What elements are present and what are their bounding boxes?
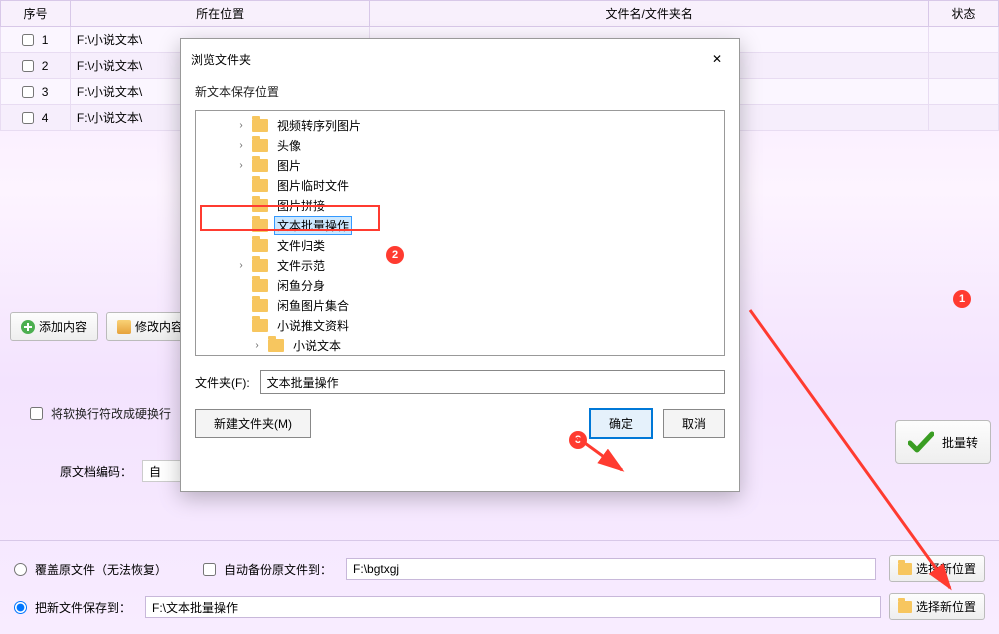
add-label: 添加内容 [39, 318, 87, 335]
folder-icon [252, 319, 268, 332]
row-checkbox[interactable] [22, 34, 34, 46]
folder-icon [252, 139, 268, 152]
row-state [929, 105, 999, 131]
add-content-button[interactable]: 添加内容 [10, 312, 98, 341]
tree-item-label: 图片 [274, 156, 304, 175]
tree-item-label: 闲鱼图片集合 [274, 296, 352, 315]
edit-label: 修改内容 [135, 318, 183, 335]
row-checkbox[interactable] [22, 112, 34, 124]
saveas-radio[interactable] [14, 601, 27, 614]
th-name: 文件名/文件夹名 [370, 1, 929, 27]
tree-item-label: 视频转序列图片 [274, 116, 364, 135]
folder-icon [252, 279, 268, 292]
save-path-input[interactable] [145, 596, 881, 618]
batch-convert-label: 批量转 [942, 434, 978, 451]
row-checkbox[interactable] [22, 60, 34, 72]
expand-arrow-icon[interactable]: › [252, 340, 262, 351]
edit-icon [117, 320, 131, 334]
choose-label-1: 选择新位置 [916, 560, 976, 577]
tree-item-label: 小说文本 [290, 336, 344, 355]
tree-item[interactable]: 小说推文资料 [196, 315, 724, 335]
tree-item-label: 文件归类 [274, 236, 328, 255]
annotation-badge-2: 2 [386, 246, 404, 264]
choose-label-2: 选择新位置 [916, 598, 976, 615]
annotation-badge-3: 3 [569, 431, 587, 449]
th-seq: 序号 [1, 1, 71, 27]
tree-item-label: 图片拼接 [274, 196, 328, 215]
annotation-badge-1: 1 [953, 290, 971, 308]
cancel-button[interactable]: 取消 [663, 409, 725, 438]
row-state [929, 27, 999, 53]
overwrite-radio[interactable] [14, 563, 27, 576]
batch-convert-button[interactable]: 批量转 [895, 420, 991, 464]
add-icon [21, 320, 35, 334]
folder-field-label: 文件夹(F): [195, 374, 250, 391]
ok-button[interactable]: 确定 [589, 408, 653, 439]
dialog-subtitle: 新文本保存位置 [181, 79, 739, 110]
folder-icon [898, 563, 912, 575]
tree-item-label: 文本批量操作 [274, 216, 352, 235]
overwrite-label: 覆盖原文件（无法恢复） [35, 561, 167, 578]
folder-icon [252, 219, 268, 232]
tree-item[interactable]: › 文件示范 [196, 255, 724, 275]
encoding-label: 原文档编码： [60, 463, 132, 480]
tree-item-label: 小说推文资料 [274, 316, 352, 335]
autobak-label: 自动备份原文件到： [224, 561, 332, 578]
expand-arrow-icon[interactable]: › [236, 120, 246, 131]
tree-item[interactable]: 文件归类 [196, 235, 724, 255]
close-icon: ✕ [712, 52, 722, 66]
row-state [929, 53, 999, 79]
tree-item[interactable]: › 头像 [196, 135, 724, 155]
folder-tree[interactable]: ›视频转序列图片›头像›图片图片临时文件图片拼接文本批量操作文件归类›文件示范闲… [195, 110, 725, 356]
th-state: 状态 [929, 1, 999, 27]
tree-item[interactable]: 闲鱼分身 [196, 275, 724, 295]
bak-path-input[interactable] [346, 558, 876, 580]
folder-icon [252, 259, 268, 272]
encoding-input[interactable] [142, 460, 182, 482]
tree-item[interactable]: 闲鱼图片集合 [196, 295, 724, 315]
folder-icon [252, 199, 268, 212]
tree-item-label: 头像 [274, 136, 304, 155]
tree-item[interactable]: 图片临时文件 [196, 175, 724, 195]
folder-name-input[interactable] [260, 370, 725, 394]
new-folder-button[interactable]: 新建文件夹(M) [195, 409, 311, 438]
tree-item[interactable]: › 图片 [196, 155, 724, 175]
expand-arrow-icon[interactable]: › [236, 140, 246, 151]
th-loc: 所在位置 [70, 1, 369, 27]
folder-icon [268, 339, 284, 352]
row-checkbox[interactable] [22, 86, 34, 98]
choose-bak-location-button[interactable]: 选择新位置 [889, 555, 985, 582]
check-icon [908, 431, 934, 453]
close-button[interactable]: ✕ [705, 47, 729, 71]
softwrap-checkbox[interactable] [30, 407, 43, 420]
tree-item-label: 闲鱼分身 [274, 276, 328, 295]
folder-icon [898, 601, 912, 613]
saveas-label: 把新文件保存到： [35, 599, 131, 616]
tree-item[interactable]: › 小说文本 [196, 335, 724, 355]
tree-item-label: 图片临时文件 [274, 176, 352, 195]
folder-icon [252, 119, 268, 132]
tree-item-label: 文件示范 [274, 256, 328, 275]
folder-icon [252, 239, 268, 252]
tree-item[interactable]: 图片拼接 [196, 195, 724, 215]
softwrap-label: 将软换行符改成硬换行 [51, 405, 171, 422]
tree-item[interactable]: 文本批量操作 [196, 215, 724, 235]
expand-arrow-icon[interactable]: › [236, 160, 246, 171]
browse-folder-dialog: 浏览文件夹 ✕ 新文本保存位置 › 视频转序列图片 › 头像 › 图片图片临时文件图片拼接… [180, 38, 740, 492]
folder-icon [252, 299, 268, 312]
row-state [929, 79, 999, 105]
folder-icon [252, 159, 268, 172]
folder-icon [252, 179, 268, 192]
expand-arrow-icon[interactable]: › [236, 260, 246, 271]
tree-item[interactable]: › 视频转序列图片 [196, 115, 724, 135]
choose-save-location-button[interactable]: 选择新位置 [889, 593, 985, 620]
dialog-title: 浏览文件夹 [191, 51, 251, 68]
autobak-checkbox[interactable] [203, 563, 216, 576]
